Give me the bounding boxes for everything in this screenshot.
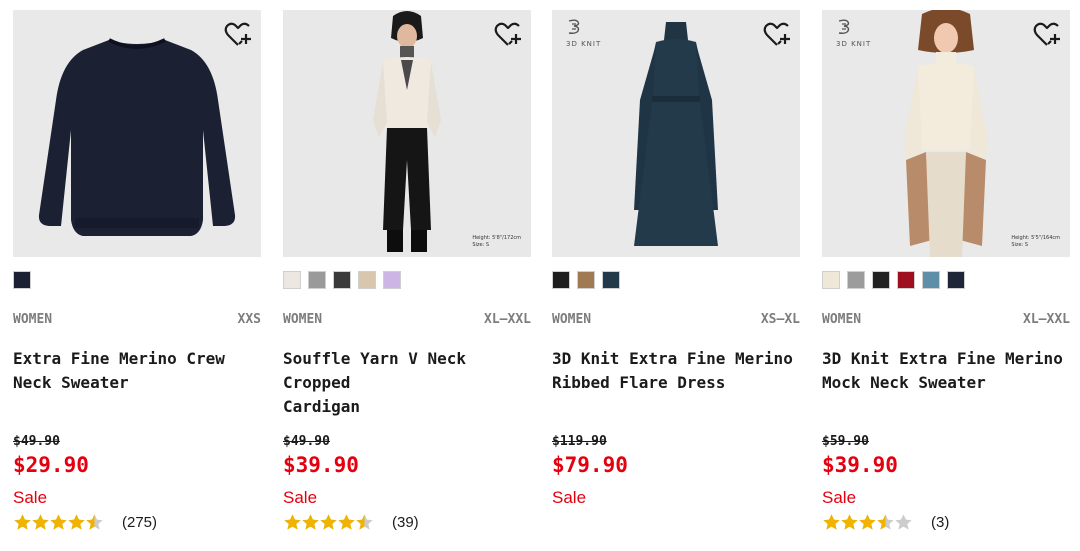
sale-label: Sale bbox=[552, 488, 587, 507]
product-name[interactable]: 3D Knit Extra Fine Merino Mock Neck Swea… bbox=[822, 347, 1070, 395]
product-image[interactable]: 3D KNIT Height: 5'5"/164cm Size: S bbox=[822, 10, 1070, 257]
product-image[interactable]: Height: 5'8"/172cm Size: S bbox=[283, 10, 531, 257]
sale-label: Sale bbox=[13, 488, 48, 507]
product-meta: WOMEN XL–XXL bbox=[283, 312, 531, 328]
star-icon bbox=[877, 514, 894, 530]
model-size-caption: Height: 5'8"/172cm Size: S bbox=[472, 235, 521, 249]
model-size-caption: Height: 5'5"/164cm Size: S bbox=[1011, 235, 1060, 249]
star-rating bbox=[284, 514, 373, 530]
color-swatch[interactable] bbox=[922, 271, 940, 289]
sale-price: $39.90 bbox=[283, 453, 359, 477]
star-icon bbox=[823, 514, 840, 530]
color-swatch[interactable] bbox=[308, 271, 326, 289]
product-card[interactable]: 3D KNIT Height: 5'5"/164cm Size: S WOMEN… bbox=[822, 10, 1070, 551]
gender-label: WOMEN bbox=[822, 312, 862, 327]
product-name-line: Extra Fine Merino Crew bbox=[13, 349, 225, 368]
product-name-line: 3D Knit Extra Fine Merino bbox=[552, 349, 793, 368]
color-swatch[interactable] bbox=[577, 271, 595, 289]
star-icon bbox=[50, 514, 67, 530]
product-name-line: Ribbed Flare Dress bbox=[552, 373, 726, 392]
star-icon bbox=[320, 514, 337, 530]
3d-knit-badge: 3D KNIT bbox=[836, 18, 876, 52]
star-icon bbox=[284, 514, 301, 530]
product-card[interactable]: WOMEN XXS Extra Fine Merino Crew Neck Sw… bbox=[13, 10, 261, 551]
product-name-line: Souffle Yarn V Neck Cropped bbox=[283, 349, 467, 392]
star-icon bbox=[841, 514, 858, 530]
color-swatch[interactable] bbox=[552, 271, 570, 289]
3d-knit-icon bbox=[568, 19, 580, 34]
model-size: Size: S bbox=[1011, 242, 1029, 248]
star-rating bbox=[14, 514, 103, 530]
sale-price: $39.90 bbox=[822, 453, 898, 477]
product-name-line: Neck Sweater bbox=[13, 373, 129, 392]
review-count[interactable]: (39) bbox=[392, 514, 419, 531]
size-range: XS–XL bbox=[760, 312, 800, 327]
heart-plus-icon[interactable] bbox=[493, 20, 523, 50]
color-swatch[interactable] bbox=[947, 271, 965, 289]
product-image[interactable] bbox=[13, 10, 261, 257]
product-card[interactable]: 3D KNIT WOMEN XS–XL 3D Knit Extra Fine M… bbox=[552, 10, 800, 551]
product-name-line: Mock Neck Sweater bbox=[822, 373, 986, 392]
original-price: $119.90 bbox=[552, 434, 607, 449]
product-name[interactable]: Extra Fine Merino Crew Neck Sweater bbox=[13, 347, 261, 395]
product-name-line: Cardigan bbox=[283, 397, 361, 416]
star-icon bbox=[356, 514, 373, 530]
3d-knit-label: 3D KNIT bbox=[566, 40, 602, 48]
review-count[interactable]: (275) bbox=[122, 514, 157, 531]
color-swatch[interactable] bbox=[333, 271, 351, 289]
sale-price: $79.90 bbox=[552, 453, 628, 477]
star-icon bbox=[86, 514, 103, 530]
color-swatch[interactable] bbox=[822, 271, 840, 289]
size-range: XXS bbox=[237, 312, 261, 327]
color-swatch[interactable] bbox=[283, 271, 301, 289]
model-size: Size: S bbox=[472, 242, 490, 248]
star-icon bbox=[338, 514, 355, 530]
original-price: $49.90 bbox=[283, 434, 330, 449]
product-grid: WOMEN XXS Extra Fine Merino Crew Neck Sw… bbox=[0, 0, 1080, 551]
star-icon bbox=[302, 514, 319, 530]
product-name-line: 3D Knit Extra Fine Merino bbox=[822, 349, 1063, 368]
original-price: $49.90 bbox=[13, 434, 60, 449]
size-range: XL–XXL bbox=[484, 312, 531, 327]
color-swatch[interactable] bbox=[358, 271, 376, 289]
product-meta: WOMEN XL–XXL bbox=[822, 312, 1070, 328]
product-image[interactable]: 3D KNIT bbox=[552, 10, 800, 257]
model-height: Height: 5'8"/172cm bbox=[472, 235, 521, 241]
3d-knit-label: 3D KNIT bbox=[836, 40, 872, 48]
3d-knit-icon bbox=[838, 19, 850, 34]
heart-plus-icon[interactable] bbox=[223, 20, 253, 50]
3d-knit-badge: 3D KNIT bbox=[566, 18, 606, 52]
product-name[interactable]: Souffle Yarn V Neck Cropped Cardigan bbox=[283, 347, 531, 419]
star-rating bbox=[823, 514, 912, 530]
color-swatch[interactable] bbox=[13, 271, 31, 289]
sale-price: $29.90 bbox=[13, 453, 89, 477]
sale-label: Sale bbox=[822, 488, 857, 507]
color-swatch[interactable] bbox=[383, 271, 401, 289]
star-icon bbox=[859, 514, 876, 530]
color-swatch[interactable] bbox=[847, 271, 865, 289]
star-icon bbox=[895, 514, 912, 530]
star-icon bbox=[14, 514, 31, 530]
star-icon bbox=[68, 514, 85, 530]
original-price: $59.90 bbox=[822, 434, 869, 449]
review-count[interactable]: (3) bbox=[931, 514, 949, 531]
sale-label: Sale bbox=[283, 488, 318, 507]
star-icon bbox=[32, 514, 49, 530]
color-swatch[interactable] bbox=[872, 271, 890, 289]
gender-label: WOMEN bbox=[13, 312, 53, 327]
product-meta: WOMEN XXS bbox=[13, 312, 261, 328]
gender-label: WOMEN bbox=[552, 312, 592, 327]
size-range: XL–XXL bbox=[1023, 312, 1070, 327]
product-card[interactable]: Height: 5'8"/172cm Size: S WOMEN XL–XXL … bbox=[283, 10, 531, 551]
product-name[interactable]: 3D Knit Extra Fine Merino Ribbed Flare D… bbox=[552, 347, 800, 395]
model-height: Height: 5'5"/164cm bbox=[1011, 235, 1060, 241]
heart-plus-icon[interactable] bbox=[762, 20, 792, 50]
gender-label: WOMEN bbox=[283, 312, 323, 327]
color-swatch[interactable] bbox=[897, 271, 915, 289]
product-meta: WOMEN XS–XL bbox=[552, 312, 800, 328]
heart-plus-icon[interactable] bbox=[1032, 20, 1062, 50]
color-swatch[interactable] bbox=[602, 271, 620, 289]
